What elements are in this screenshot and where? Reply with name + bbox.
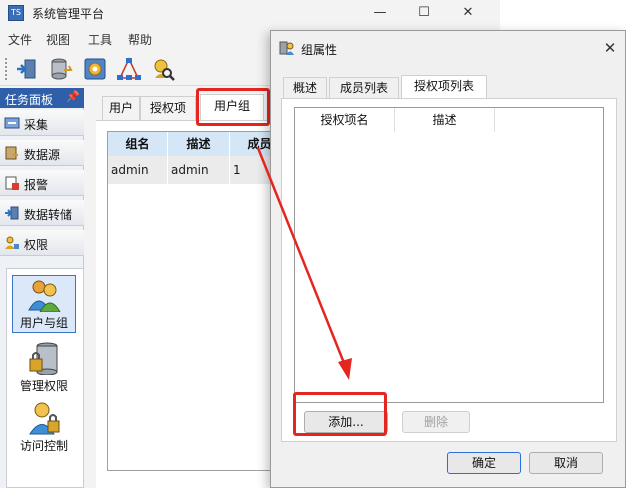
highlight-user-group-tab [196, 88, 270, 126]
users-and-groups-label: 用户与组 [19, 316, 68, 330]
nav-item-datasource[interactable]: 数据源 [0, 140, 84, 166]
permission-subpanel: 用户与组 管理权限 访问控制 [6, 268, 84, 488]
manage-permission-item[interactable]: 管理权限 [12, 339, 76, 397]
column-header-authorization-name[interactable]: ^ 授权项名 [295, 108, 395, 132]
cell-description[interactable]: admin [168, 156, 230, 184]
collect-icon [4, 117, 20, 129]
dialog-tab-body: ^ 授权项名 描述 添加... 删除 [281, 98, 617, 442]
task-panel-header: 任务面板 📌 [0, 88, 84, 108]
dialog-tab-overview[interactable]: 概述 [283, 77, 327, 99]
group-properties-icon [279, 41, 294, 55]
tab-users[interactable]: 用户 [102, 96, 140, 120]
users-groups-icon [28, 280, 61, 312]
cell-group-name[interactable]: admin [108, 156, 168, 184]
nav-item-label: 数据源 [24, 148, 61, 162]
dialog-close-button[interactable]: ✕ [599, 37, 621, 59]
permission-icon [5, 236, 19, 249]
network-icon[interactable] [116, 56, 142, 82]
tab-authorizations[interactable]: 授权项 [140, 96, 196, 120]
search-user-icon[interactable] [150, 56, 176, 82]
dialog-tab-members[interactable]: 成员列表 [329, 77, 399, 99]
nav-item-label: 报警 [24, 178, 49, 192]
nav-item-permission[interactable]: 权限 [0, 230, 84, 256]
toolbar-grip[interactable] [5, 58, 8, 80]
dump-icon [5, 206, 19, 220]
column-header-description[interactable]: 描述 [395, 108, 495, 132]
cancel-button[interactable]: 取消 [529, 452, 603, 474]
users-and-groups-item[interactable]: 用户与组 [12, 275, 76, 333]
nav-item-label: 权限 [24, 238, 49, 252]
alarm-icon [5, 176, 19, 190]
task-panel: 任务面板 📌 采集 数据源 报警 数据转储 权限 用户与组 管理权限 访问控制 [0, 88, 84, 488]
datasource-icon [5, 146, 18, 160]
manage-permission-icon [29, 342, 58, 375]
app-title: 系统管理平台 [32, 7, 105, 21]
nav-item-label: 数据转储 [24, 208, 73, 222]
title-bar: TS 系统管理平台 — ☐ ✕ [0, 0, 500, 26]
menu-file[interactable]: 文件 [8, 31, 32, 48]
settings-icon[interactable] [82, 56, 108, 82]
task-panel-title: 任务面板 [5, 93, 54, 107]
nav-item-collect[interactable]: 采集 [0, 110, 84, 136]
dialog-title: 组属性 [301, 43, 338, 57]
import-icon[interactable] [14, 56, 40, 82]
close-button[interactable]: ✕ [450, 2, 486, 24]
sort-indicator-icon: ^ [343, 112, 350, 121]
nav-item-alarm[interactable]: 报警 [0, 170, 84, 196]
authorization-list: ^ 授权项名 描述 [294, 107, 604, 403]
screen: TS 系统管理平台 — ☐ ✕ 文件 视图 工具 帮助 任务面板 📌 采集 数据… [0, 0, 626, 488]
access-control-label: 访问控制 [19, 439, 68, 453]
app-icon: TS [8, 5, 24, 21]
pin-icon[interactable]: 📌 [66, 90, 80, 103]
nav-item-label: 采集 [24, 118, 49, 132]
menu-view[interactable]: 视图 [46, 31, 70, 48]
minimize-button[interactable]: — [362, 2, 398, 24]
nav-item-dump[interactable]: 数据转储 [0, 200, 84, 226]
ok-button[interactable]: 确定 [447, 452, 521, 474]
menu-tools[interactable]: 工具 [88, 31, 112, 48]
menu-help[interactable]: 帮助 [128, 31, 152, 48]
database-icon[interactable] [48, 56, 74, 82]
dialog-tab-authorization-list[interactable]: 授权项列表 [401, 75, 487, 99]
delete-button[interactable]: 删除 [402, 411, 470, 433]
column-header-description[interactable]: 描述 [168, 132, 230, 156]
highlight-add-button [293, 392, 387, 436]
column-header-group-name[interactable]: 组名 [108, 132, 168, 156]
access-control-icon [29, 402, 60, 435]
manage-permission-label: 管理权限 [19, 379, 68, 393]
maximize-button[interactable]: ☐ [406, 2, 442, 24]
access-control-item[interactable]: 访问控制 [12, 399, 76, 457]
